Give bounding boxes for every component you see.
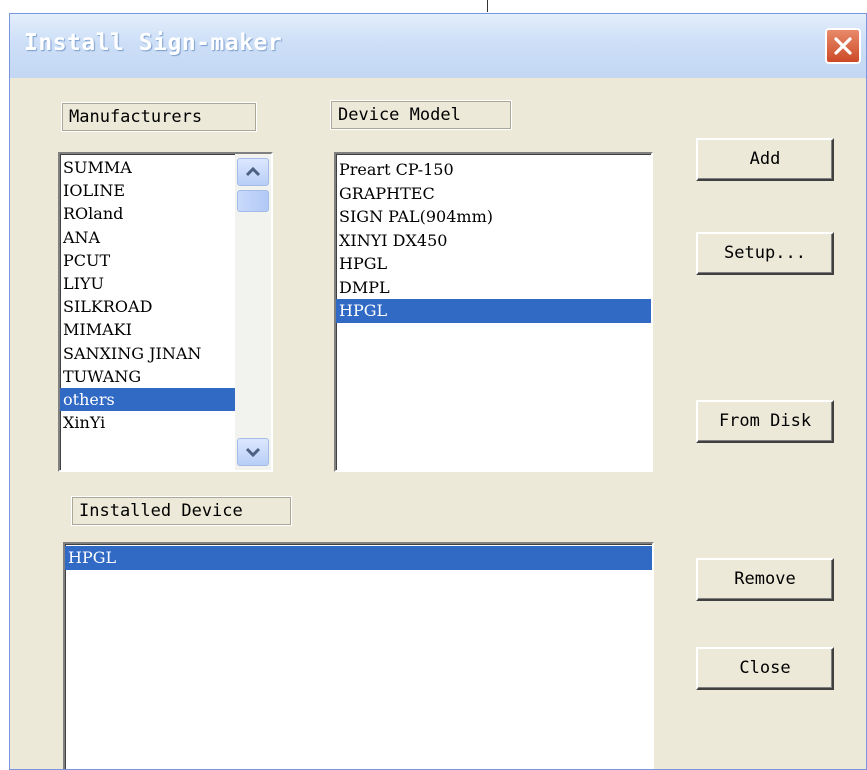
manufacturer-list-item[interactable]: IOLINE xyxy=(60,179,237,202)
manufacturer-list-item[interactable]: SUMMA xyxy=(60,156,237,179)
manufacturer-list-item[interactable]: others xyxy=(60,387,237,412)
manufacturers-label: Manufacturers xyxy=(61,102,257,132)
from-disk-button[interactable]: From Disk xyxy=(696,400,834,443)
manufacturer-list-item[interactable]: SILKROAD xyxy=(60,295,237,318)
manufacturer-list-item[interactable]: ROland xyxy=(60,202,237,225)
remove-button[interactable]: Remove xyxy=(696,558,834,601)
device-model-list-item[interactable]: DMPL xyxy=(336,276,651,300)
install-sign-maker-dialog: Install Sign-maker Manufacturers SUMMA IO… xyxy=(9,13,867,770)
setup-button[interactable]: Setup... xyxy=(696,232,834,275)
manufacturer-list-item[interactable]: MIMAKI xyxy=(60,318,237,341)
device-model-label: Device Model xyxy=(330,100,512,130)
device-model-listbox[interactable]: Preart CP-150 GRAPHTEC SIGN PAL(904mm) XINY… xyxy=(334,152,653,472)
device-model-list-item[interactable]: GRAPHTEC xyxy=(336,182,651,206)
manufacturers-scrollbar[interactable] xyxy=(235,154,271,470)
installed-device-list-item[interactable]: HPGL xyxy=(65,546,652,570)
device-model-list-item[interactable]: Preart CP-150 xyxy=(336,158,651,182)
manufacturer-list-item[interactable]: PCUT xyxy=(60,249,237,272)
manufacturer-list-item[interactable]: ANA xyxy=(60,226,237,249)
manufacturer-list-item[interactable]: LIYU xyxy=(60,272,237,295)
close-button[interactable]: Close xyxy=(696,647,834,690)
manufacturer-list-item[interactable]: SANXING JINAN xyxy=(60,342,237,365)
manufacturers-listbox[interactable]: SUMMA IOLINE ROland ANA PCUT LIYU SILKROAD MIMA… xyxy=(58,152,273,472)
add-button[interactable]: Add xyxy=(696,138,834,181)
device-model-list-item[interactable]: HPGL xyxy=(336,252,651,276)
background-line xyxy=(487,0,488,12)
scroll-thumb[interactable] xyxy=(237,190,269,212)
title-bar[interactable]: Install Sign-maker xyxy=(10,14,866,78)
device-model-list-item[interactable]: HPGL xyxy=(336,299,651,323)
manufacturer-list-item[interactable]: XinYi xyxy=(60,411,237,434)
device-model-list-item[interactable]: SIGN PAL(904mm) xyxy=(336,205,651,229)
installed-device-items: HPGL xyxy=(65,546,652,570)
installed-device-listbox[interactable]: HPGL xyxy=(63,542,654,769)
chevron-up-icon xyxy=(245,166,261,177)
chevron-down-icon xyxy=(245,447,261,458)
scroll-down-button[interactable] xyxy=(237,438,269,466)
device-model-list-item[interactable]: XINYI DX450 xyxy=(336,229,651,253)
manufacturer-list-item[interactable]: TUWANG xyxy=(60,365,237,388)
close-icon xyxy=(834,37,852,55)
close-window-button[interactable] xyxy=(825,28,861,64)
device-model-items: Preart CP-150 GRAPHTEC SIGN PAL(904mm) XINY… xyxy=(336,158,651,323)
installed-device-label: Installed Device xyxy=(71,496,292,526)
window-title: Install Sign-maker xyxy=(24,30,283,56)
scroll-up-button[interactable] xyxy=(237,158,269,186)
manufacturers-items: SUMMA IOLINE ROland ANA PCUT LIYU SILKROAD MIMA… xyxy=(60,156,237,434)
